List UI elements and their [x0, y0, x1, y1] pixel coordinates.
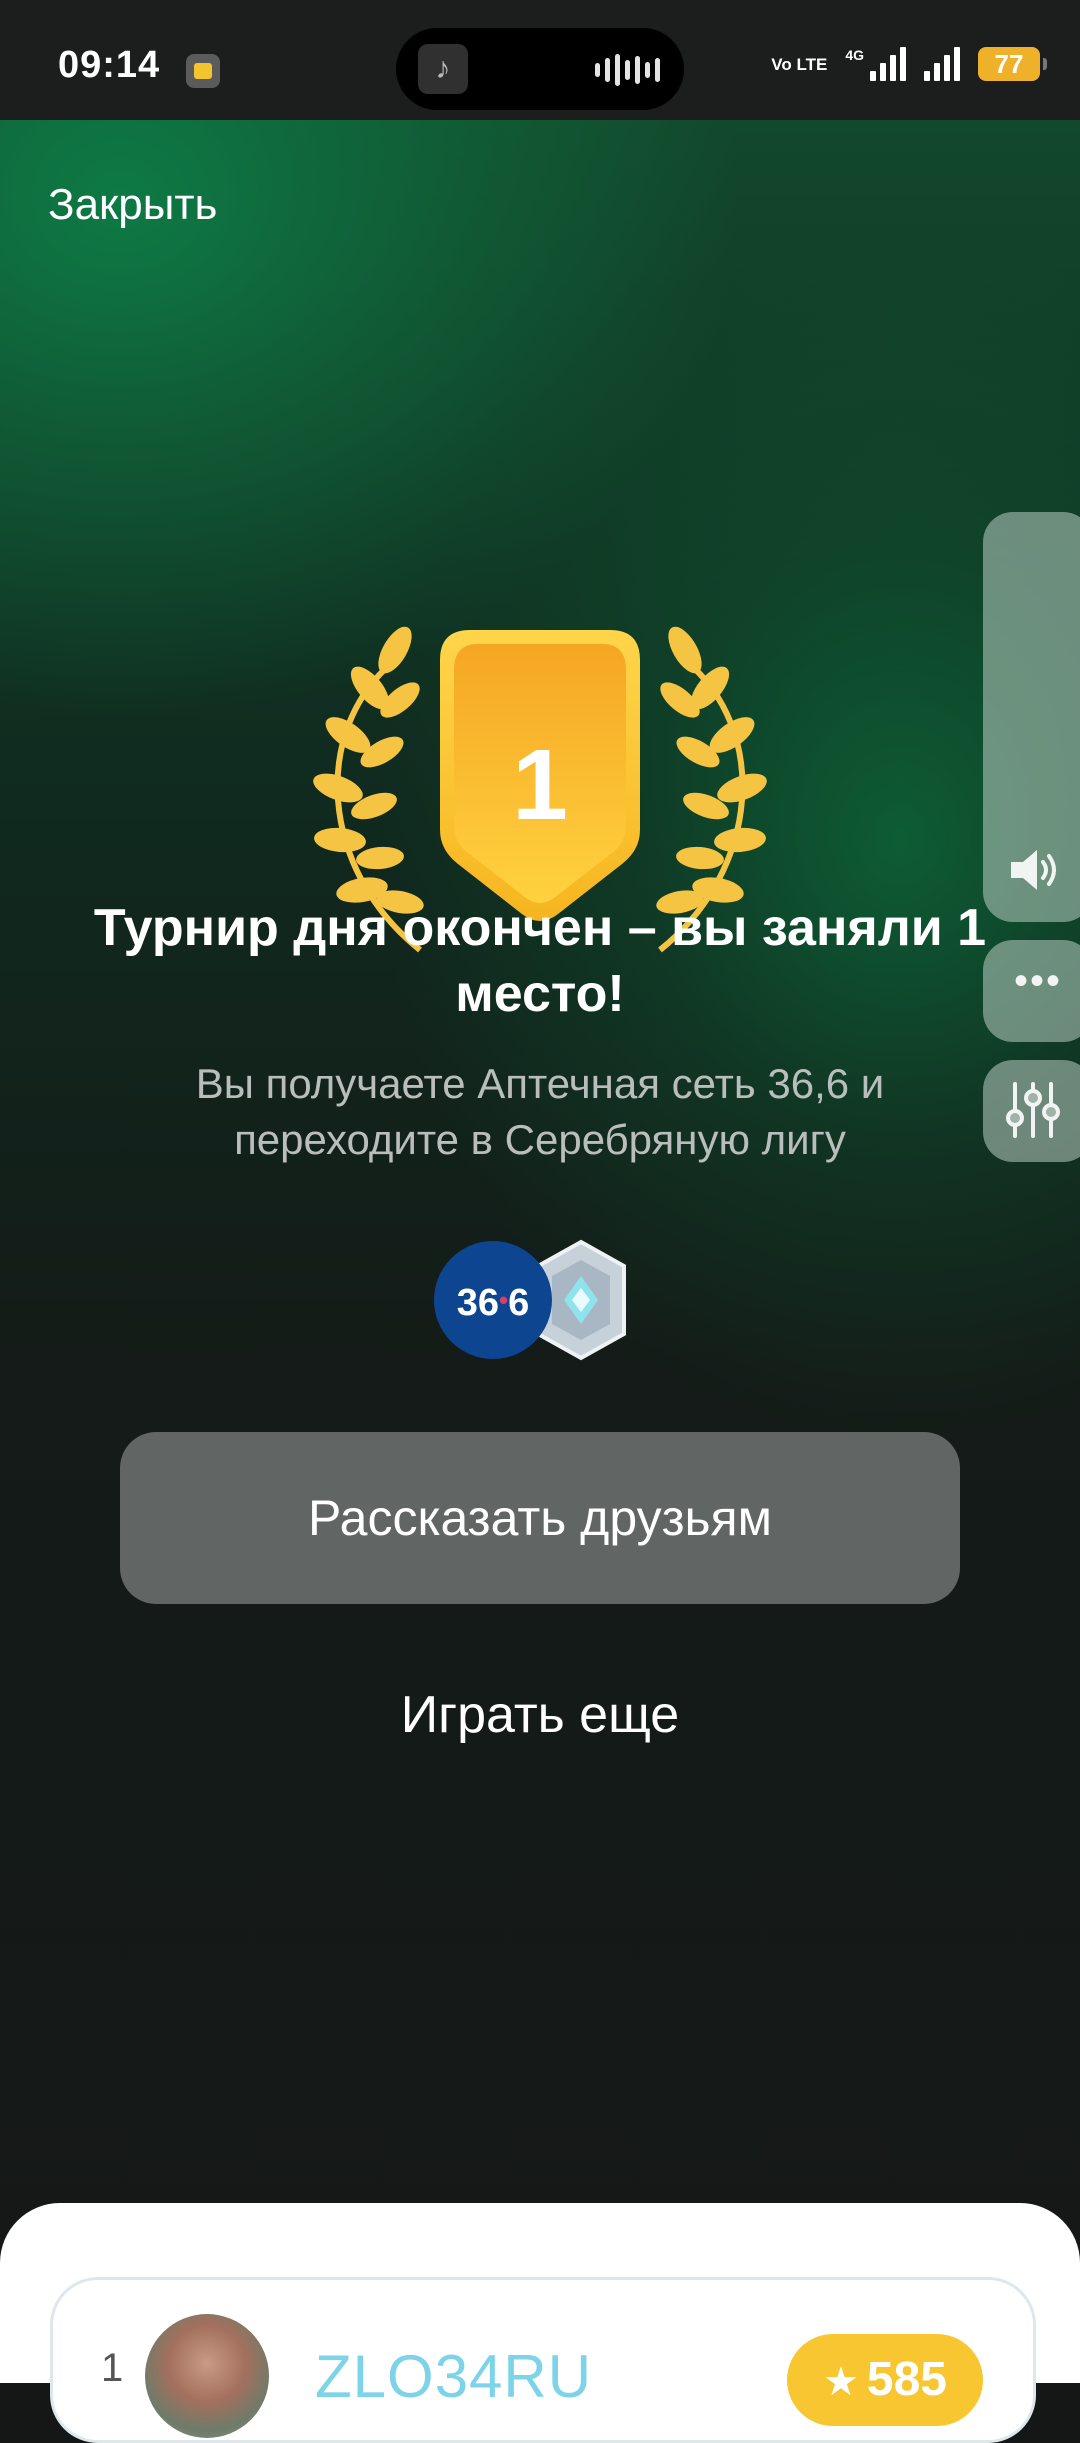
star-icon: ★ [823, 2360, 859, 2404]
result-headline: Турнир дня окончен – вы заняли 1 место! [93, 899, 987, 1023]
share-with-friends-button[interactable]: Рассказать друзьям [120, 1432, 960, 1604]
leaderboard-rank: 1 [101, 2346, 124, 2390]
result-subline: Вы получаете Аптечная сеть 36,6 и перехо… [195, 1060, 885, 1163]
battery-icon: 77 [978, 47, 1047, 81]
status-time: 09:14 [58, 44, 161, 86]
status-indicators: Vo LTE 4G 77 [771, 44, 1047, 84]
pharmacy-logo-text: 36 [456, 1282, 500, 1324]
avatar [145, 2314, 269, 2438]
status-bar: 09:14 ♪ Vo LTE 4G 77 [0, 0, 1080, 120]
signal-icon [924, 47, 960, 81]
dynamic-island[interactable]: ♪ [396, 28, 684, 110]
play-again-button[interactable]: Играть еще [240, 1680, 840, 1750]
close-button[interactable]: Закрыть [48, 180, 217, 230]
leaderboard-sheet[interactable]: 1 ZLO34RU ★ 585 [0, 2203, 1080, 2443]
tournament-result-screen: Закрыть 1 Турнир дня окончен – вы заняли… [0, 120, 1080, 2377]
audio-wave-icon [595, 54, 660, 86]
app-notification-icon [186, 54, 220, 88]
place-number: 1 [512, 729, 568, 841]
volte-indicator: Vo LTE [771, 54, 828, 74]
pharmacy-366-logo: 36•6 [434, 1241, 552, 1359]
equalizer-icon [1006, 1082, 1060, 1138]
leaderboard-row[interactable]: 1 ZLO34RU ★ 585 [50, 2277, 1036, 2443]
sound-settings-button[interactable] [983, 1060, 1080, 1162]
pharmacy-logo-suffix: 6 [508, 1282, 530, 1324]
volume-panel[interactable] [983, 512, 1080, 922]
signal-4g-icon: 4G [845, 47, 906, 81]
leaderboard-score: 585 [866, 2353, 947, 2406]
reward-badges: 36•6 [434, 1238, 634, 1362]
speaker-icon [1011, 850, 1056, 890]
network-gen-label: 4G [845, 47, 864, 63]
leaderboard-score-badge: ★ 585 [787, 2334, 983, 2426]
more-options-button[interactable]: ••• [983, 940, 1080, 1042]
music-note-icon: ♪ [418, 44, 468, 94]
